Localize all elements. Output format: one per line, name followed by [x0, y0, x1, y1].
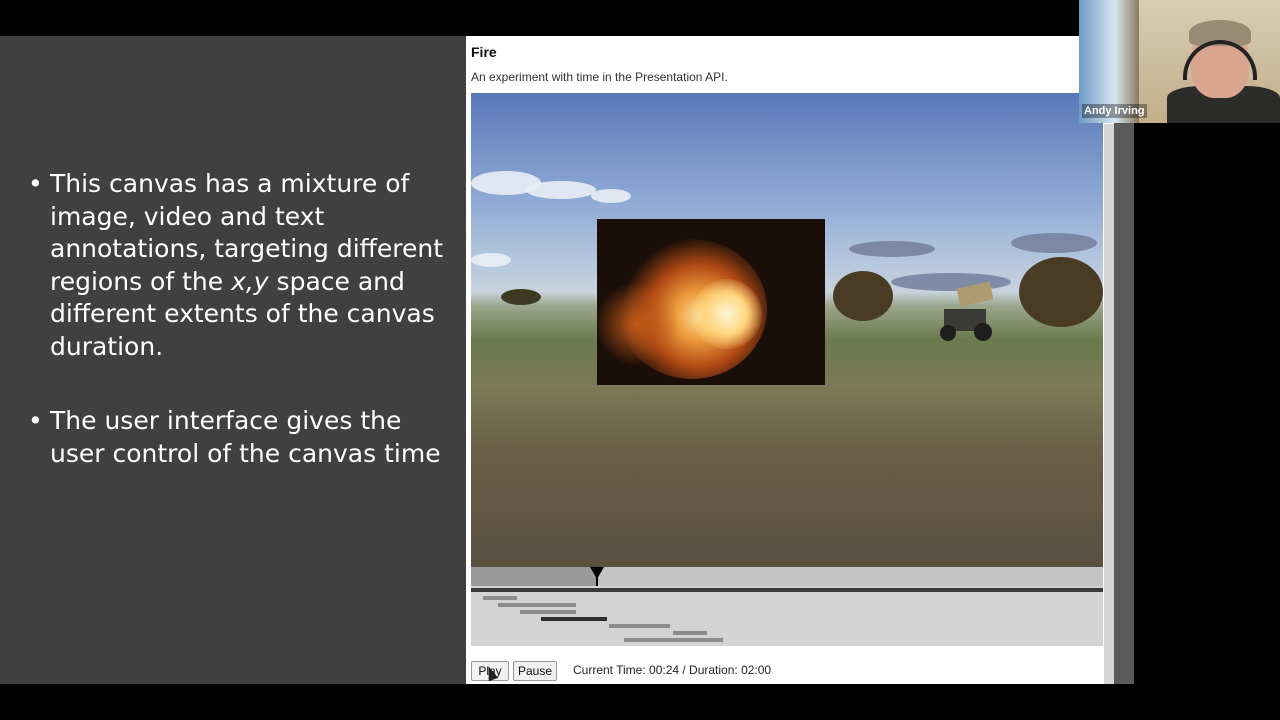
bullet-text-xy: x,y: [231, 266, 269, 296]
fire-video-annotation: [597, 219, 825, 385]
participant-name: Andy Irving: [1082, 104, 1147, 118]
page-title: Fire: [471, 44, 497, 60]
bottom-black-bar: [0, 684, 1280, 720]
track-segment: [609, 624, 670, 628]
webcam-video: Andy Irving: [1079, 0, 1280, 123]
tractor-bucket: [956, 281, 994, 307]
canvas-timeline-scrubber[interactable]: [471, 567, 1103, 586]
flame-left: [597, 279, 677, 369]
cloud-far-left: [471, 253, 511, 267]
track-segment: [624, 638, 723, 642]
tree-1: [833, 271, 893, 321]
track-segment: [541, 617, 607, 621]
track-canvas-duration: [471, 588, 1103, 592]
timeline-played-region: [471, 567, 597, 586]
right-gray-strip: [1114, 36, 1134, 684]
cloud-small: [591, 189, 631, 203]
flame-core: [692, 279, 762, 349]
pause-button[interactable]: Pause: [513, 661, 557, 681]
playhead-marker[interactable]: [590, 567, 604, 579]
tractor-image: [936, 281, 996, 345]
scrollbar[interactable]: [1104, 124, 1114, 684]
cloud-dark-1: [849, 241, 935, 257]
track-segment: [498, 603, 576, 607]
tractor-wheel-2: [974, 323, 992, 341]
cloud-mid: [526, 181, 596, 199]
presentation-canvas[interactable]: [471, 93, 1103, 567]
slide-panel: This canvas has a mixture of image, vide…: [0, 36, 466, 684]
tractor-wheel-1: [940, 325, 956, 341]
annotation-tracks: [471, 586, 1103, 646]
cloud-dark-2: [1011, 233, 1097, 253]
track-segment: [673, 631, 707, 635]
page-subtitle: An experiment with time in the Presentat…: [471, 70, 728, 84]
track-segment: [483, 596, 517, 600]
tree-2: [1019, 257, 1103, 327]
track-segment: [520, 610, 576, 614]
tree-3: [501, 289, 541, 305]
bullet-user-interface: The user interface gives the user contro…: [28, 405, 448, 470]
slide-bullets: This canvas has a mixture of image, vide…: [28, 168, 448, 470]
time-readout: Current Time: 00:24 / Duration: 02:00: [573, 663, 772, 677]
browser-page: Fire An experiment with time in the Pres…: [466, 36, 1114, 684]
bullet-canvas-mixture: This canvas has a mixture of image, vide…: [28, 168, 448, 363]
